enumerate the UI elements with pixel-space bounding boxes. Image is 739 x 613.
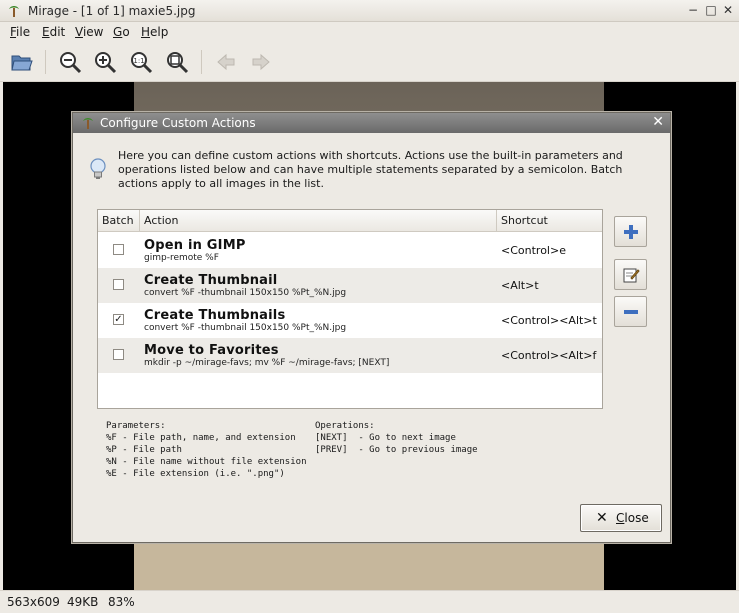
- parameter-item: %F - File path, name, and extension: [106, 433, 296, 443]
- operations-heading: Operations:: [315, 421, 375, 431]
- batch-checkbox[interactable]: [113, 279, 124, 290]
- batch-checkbox[interactable]: [113, 244, 124, 255]
- action-shortcut: <Alt>t: [501, 279, 539, 292]
- edit-action-button[interactable]: [614, 259, 647, 290]
- dialog-close-icon[interactable]: ✕: [652, 114, 664, 130]
- status-zoom: 83%: [108, 595, 135, 609]
- open-folder-icon[interactable]: [10, 50, 34, 74]
- next-image-icon[interactable]: [249, 50, 273, 74]
- menu-help[interactable]: Help: [141, 25, 168, 39]
- status-filesize: 49KB: [67, 595, 99, 609]
- column-header-shortcut[interactable]: Shortcut: [497, 210, 602, 232]
- action-name: Move to Favorites: [144, 343, 279, 358]
- table-row[interactable]: Open in GIMP gimp-remote %F <Control>e: [98, 233, 602, 268]
- action-shortcut: <Control>e: [501, 244, 566, 257]
- menu-edit[interactable]: Edit: [42, 25, 65, 39]
- toolbar-separator: [201, 50, 202, 74]
- menu-go[interactable]: Go: [113, 25, 130, 39]
- window-titlebar[interactable]: Mirage - [1 of 1] maxie5.jpg − □ ✕: [0, 0, 739, 22]
- action-name: Create Thumbnails: [144, 308, 286, 323]
- close-icon: ✕: [596, 510, 608, 526]
- parameters-list: Parameters: %F - File path, name, and ext…: [106, 420, 306, 480]
- statusbar: 563x609 49KB 83%: [0, 590, 739, 613]
- column-header-batch[interactable]: Batch: [98, 210, 140, 232]
- remove-icon: [624, 310, 638, 314]
- close-window-icon[interactable]: ✕: [721, 3, 735, 17]
- actions-table[interactable]: Batch Action Shortcut Open in GIMP gimp-…: [97, 209, 603, 409]
- svg-text:1:1: 1:1: [133, 57, 144, 65]
- batch-checkbox[interactable]: [113, 349, 124, 360]
- action-name: Create Thumbnail: [144, 273, 278, 288]
- lightbulb-icon: [90, 158, 106, 179]
- zoom-in-icon[interactable]: [93, 50, 117, 74]
- table-row[interactable]: Move to Favorites mkdir -p ~/mirage-favs…: [98, 338, 602, 373]
- minimize-icon[interactable]: −: [686, 3, 700, 17]
- table-row[interactable]: Create Thumbnail convert %F -thumbnail 1…: [98, 268, 602, 303]
- action-command: convert %F -thumbnail 150x150 %Pt_%N.jpg: [144, 323, 347, 333]
- parameter-item: %N - File name without file extension: [106, 457, 307, 467]
- dialog-description: Here you can define custom actions with …: [118, 149, 623, 190]
- batch-checkbox-checked[interactable]: ✓: [113, 314, 124, 325]
- add-icon: [624, 225, 638, 239]
- edit-icon: [623, 268, 640, 283]
- image-photo-floor: [134, 543, 604, 590]
- toolbar: 1:1: [0, 42, 739, 82]
- operations-list: Operations: [NEXT] - Go to next image [PRE…: [315, 420, 478, 456]
- action-command: convert %F -thumbnail 150x150 %Pt_%N.jpg: [144, 288, 347, 298]
- menubar: File Edit View Go Help: [0, 22, 739, 42]
- mirage-app-icon: [83, 118, 93, 129]
- close-button[interactable]: ✕ Close: [580, 504, 662, 532]
- parameters-heading: Parameters:: [106, 421, 166, 431]
- table-row[interactable]: ✓ Create Thumbnails convert %F -thumbnai…: [98, 303, 602, 338]
- mirage-app-icon: [9, 6, 19, 17]
- menu-file[interactable]: File: [10, 25, 30, 39]
- close-button-label: Close: [616, 511, 649, 525]
- zoom-1-1-icon[interactable]: 1:1: [129, 50, 153, 74]
- action-shortcut: <Control><Alt>f: [501, 349, 597, 362]
- zoom-fit-icon[interactable]: [165, 50, 189, 74]
- action-command: mkdir -p ~/mirage-favs; mv %F ~/mirage-f…: [144, 358, 390, 368]
- dialog-titlebar[interactable]: Configure Custom Actions ✕: [73, 113, 670, 133]
- add-action-button[interactable]: [614, 216, 647, 247]
- operation-item: [PREV] - Go to previous image: [315, 445, 478, 455]
- remove-action-button[interactable]: [614, 296, 647, 327]
- parameter-item: %P - File path: [106, 445, 182, 455]
- previous-image-icon[interactable]: [214, 50, 238, 74]
- status-dimensions: 563x609: [7, 595, 60, 609]
- action-name: Open in GIMP: [144, 238, 246, 253]
- maximize-icon[interactable]: □: [704, 3, 718, 17]
- zoom-out-icon[interactable]: [58, 50, 82, 74]
- toolbar-separator: [45, 50, 46, 74]
- operation-item: [NEXT] - Go to next image: [315, 433, 456, 443]
- window-title: Mirage - [1 of 1] maxie5.jpg: [28, 4, 196, 18]
- column-header-action[interactable]: Action: [140, 210, 497, 232]
- dialog-title: Configure Custom Actions: [100, 116, 256, 130]
- parameter-item: %E - File extension (i.e. ".png"): [106, 469, 285, 479]
- menu-view[interactable]: View: [75, 25, 103, 39]
- configure-custom-actions-dialog: Configure Custom Actions ✕ Here you can …: [72, 112, 671, 543]
- action-shortcut: <Control><Alt>t: [501, 314, 597, 327]
- action-command: gimp-remote %F: [144, 253, 219, 263]
